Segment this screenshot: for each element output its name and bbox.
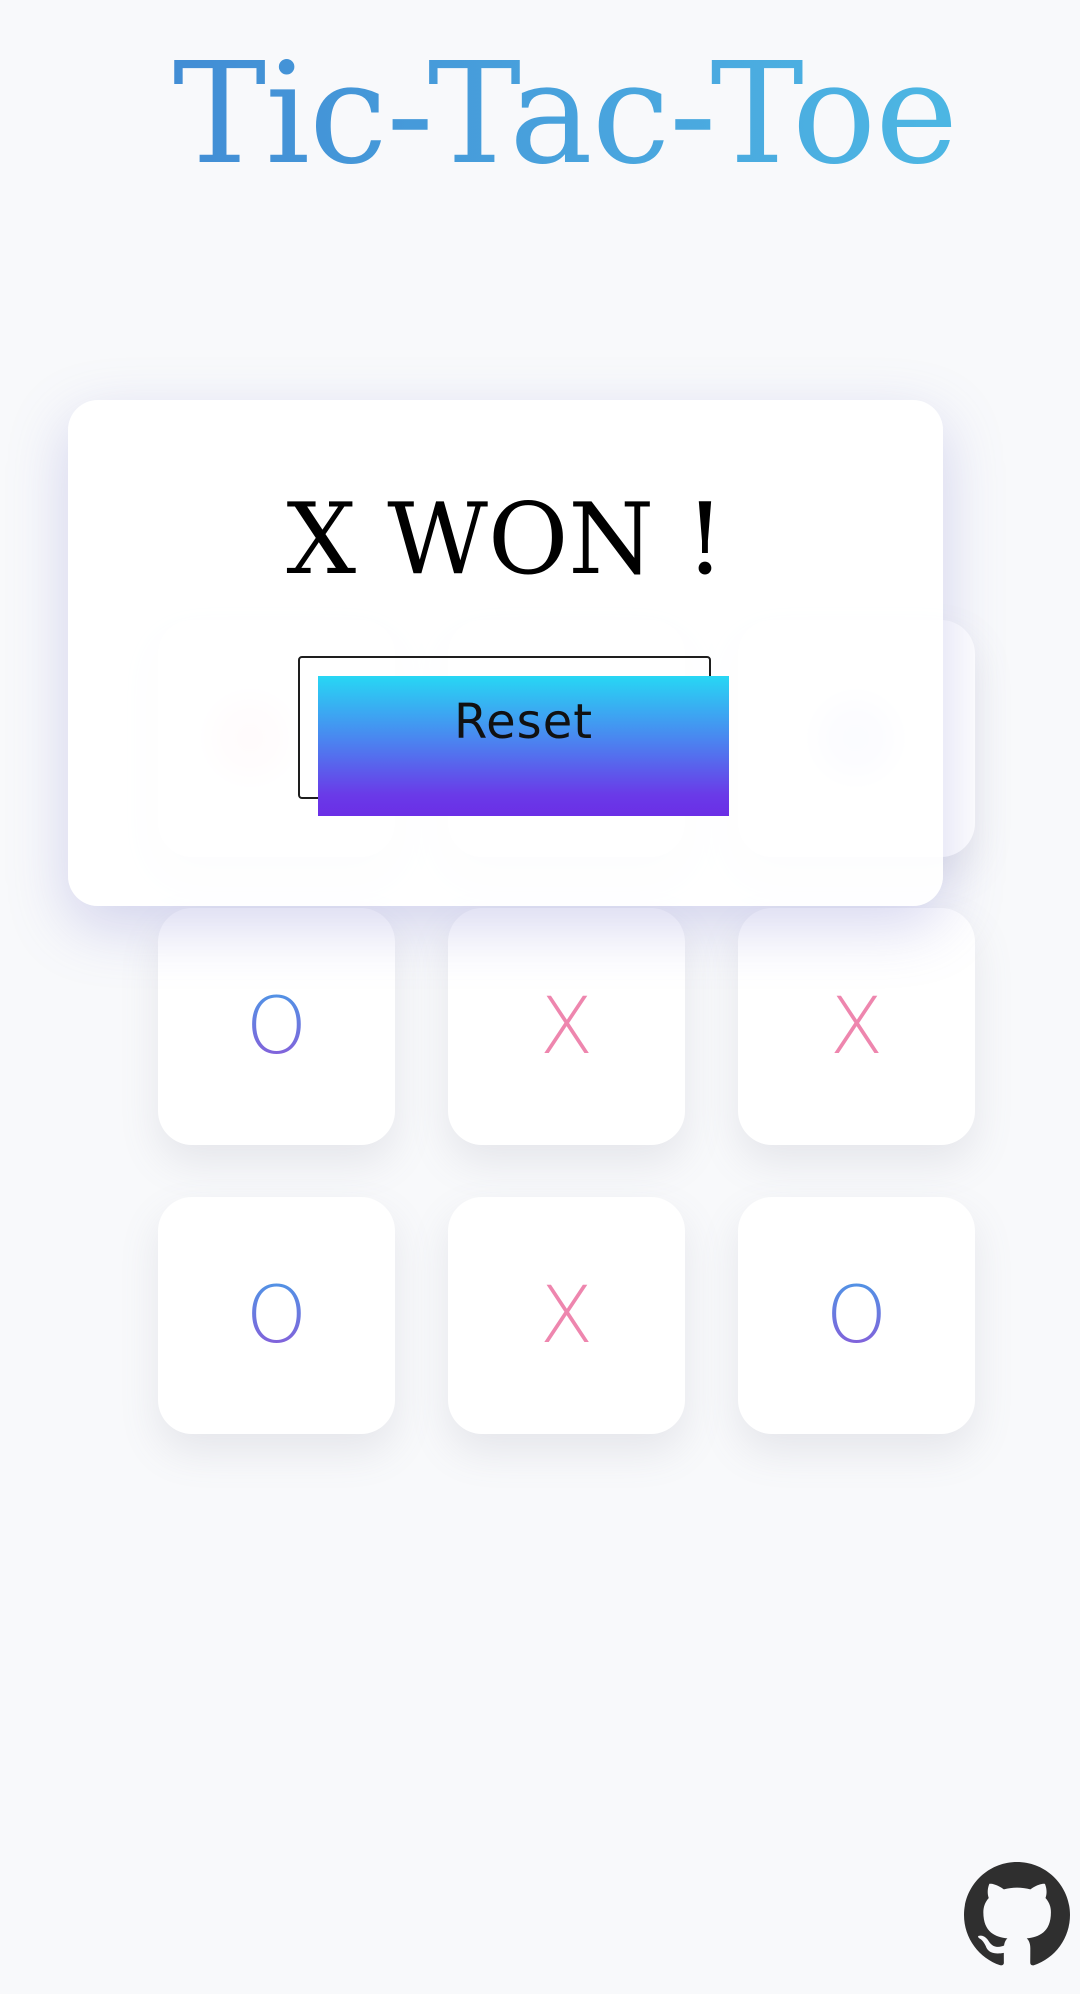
x-mark: X <box>829 981 884 1072</box>
board-cell-2-3[interactable]: X <box>738 908 975 1145</box>
board-cell-2-2[interactable]: X <box>448 908 685 1145</box>
reset-button[interactable]: Reset <box>318 676 729 816</box>
github-link[interactable] <box>964 1862 1070 1968</box>
reset-button-label: Reset <box>453 694 594 750</box>
github-icon <box>964 1862 1070 1966</box>
result-message: X WON ! <box>286 483 725 597</box>
x-mark: X <box>539 1270 594 1361</box>
board-cell-2-1[interactable]: O <box>158 908 395 1145</box>
board-cell-3-1[interactable]: O <box>158 1197 395 1434</box>
o-mark: O <box>245 1270 308 1361</box>
o-mark: O <box>245 981 308 1072</box>
result-modal: X WON ! Reset <box>68 400 943 906</box>
board-cell-3-2[interactable]: X <box>448 1197 685 1434</box>
o-mark: O <box>825 1270 888 1361</box>
x-mark: X <box>539 981 594 1072</box>
board-cell-3-3[interactable]: O <box>738 1197 975 1434</box>
page-title: Tic-Tac-Toe <box>0 20 1080 210</box>
